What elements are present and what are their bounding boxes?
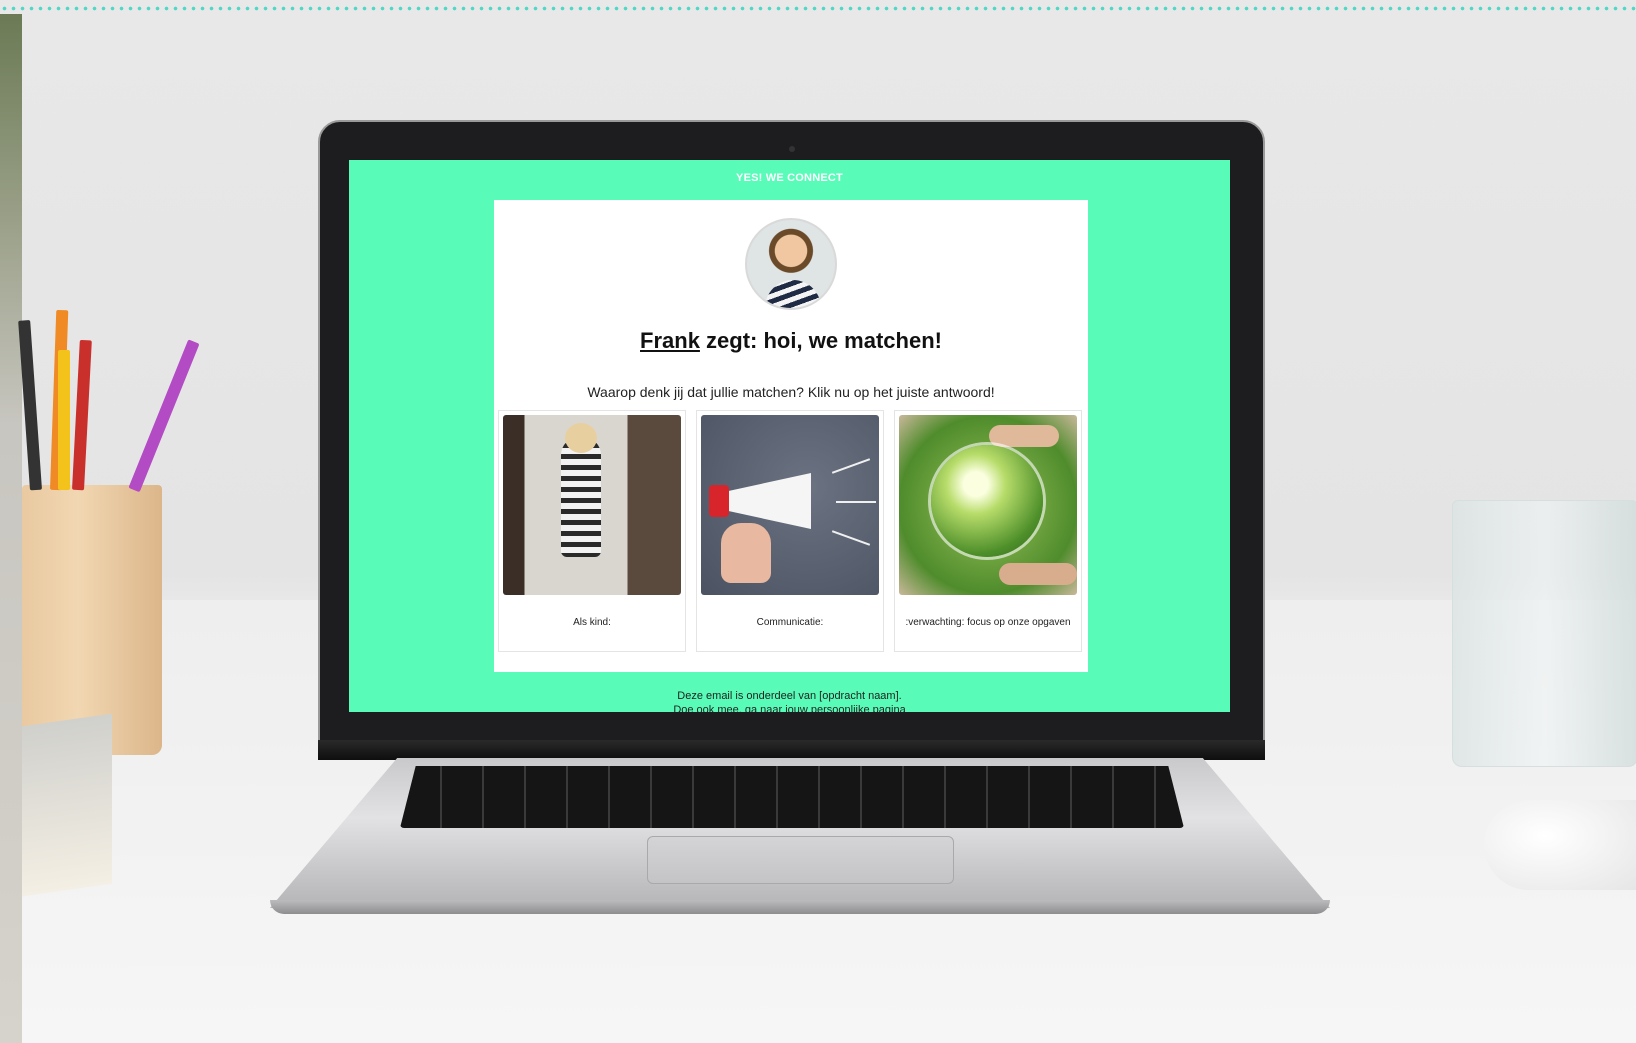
trackpad bbox=[647, 836, 954, 884]
keyboard bbox=[400, 766, 1184, 828]
option-label: Als kind: bbox=[573, 617, 611, 628]
glass-ball bbox=[931, 445, 1043, 557]
email-card: Frank zegt: hoi, we matchen! Waarop denk… bbox=[494, 200, 1088, 672]
girl-hair bbox=[565, 423, 597, 453]
footer-link[interactable]: Doe ook mee, ga naar jouw persoonlijke p… bbox=[349, 704, 1230, 712]
option-label: Communicatie: bbox=[756, 617, 824, 628]
megaphone-photo bbox=[701, 415, 879, 595]
laptop-hinge bbox=[318, 740, 1265, 760]
pencil-purple bbox=[128, 339, 200, 493]
question-text: Waarop denk jij dat jullie matchen? Klik… bbox=[587, 384, 995, 400]
glass-ball-photo bbox=[899, 415, 1077, 595]
answer-options: Als kind: Communicatie::verwachting: fo… bbox=[498, 410, 1084, 654]
option-als-kind[interactable]: Als kind: bbox=[498, 410, 686, 652]
option-verwachting[interactable]: :verwachting: focus op onze opgaven bbox=[894, 410, 1082, 652]
girl-figure bbox=[561, 437, 601, 557]
computer-mouse bbox=[1484, 800, 1636, 890]
thumb bbox=[999, 563, 1077, 585]
laptop-base-edge bbox=[270, 900, 1330, 914]
pencil-red bbox=[72, 339, 92, 491]
sender-name-link[interactable]: Frank bbox=[640, 328, 700, 353]
sound-ray bbox=[836, 501, 876, 503]
camera-icon bbox=[789, 146, 795, 152]
pencil-yellow bbox=[58, 350, 70, 490]
notebook bbox=[22, 713, 112, 897]
headline: Frank zegt: hoi, we matchen! bbox=[494, 328, 1088, 354]
avatar bbox=[745, 218, 837, 310]
avatar-shirt bbox=[765, 280, 821, 308]
option-communicatie[interactable]: Communicatie: bbox=[696, 410, 884, 652]
dotted-border bbox=[0, 0, 1636, 14]
sound-ray bbox=[831, 458, 871, 474]
child-photo bbox=[503, 415, 681, 595]
brand-title: YES! WE CONNECT bbox=[736, 172, 843, 184]
background-plant-edge bbox=[0, 14, 22, 1043]
footer-line-1: Deze email is onderdeel van [opdracht na… bbox=[677, 690, 902, 702]
headline-text: zegt: hoi, we matchen! bbox=[699, 328, 942, 353]
email-screen: YES! WE CONNECT Frank zegt: hoi, we matc… bbox=[349, 160, 1230, 712]
option-label: :verwachting: focus op onze opgaven bbox=[905, 617, 1071, 628]
pencil-cup bbox=[22, 485, 162, 755]
megaphone-horn bbox=[721, 473, 811, 529]
hand bbox=[721, 523, 771, 583]
water-glass bbox=[1452, 500, 1636, 767]
sound-ray bbox=[831, 530, 871, 546]
megaphone-ring bbox=[709, 485, 729, 517]
finger bbox=[989, 425, 1059, 447]
